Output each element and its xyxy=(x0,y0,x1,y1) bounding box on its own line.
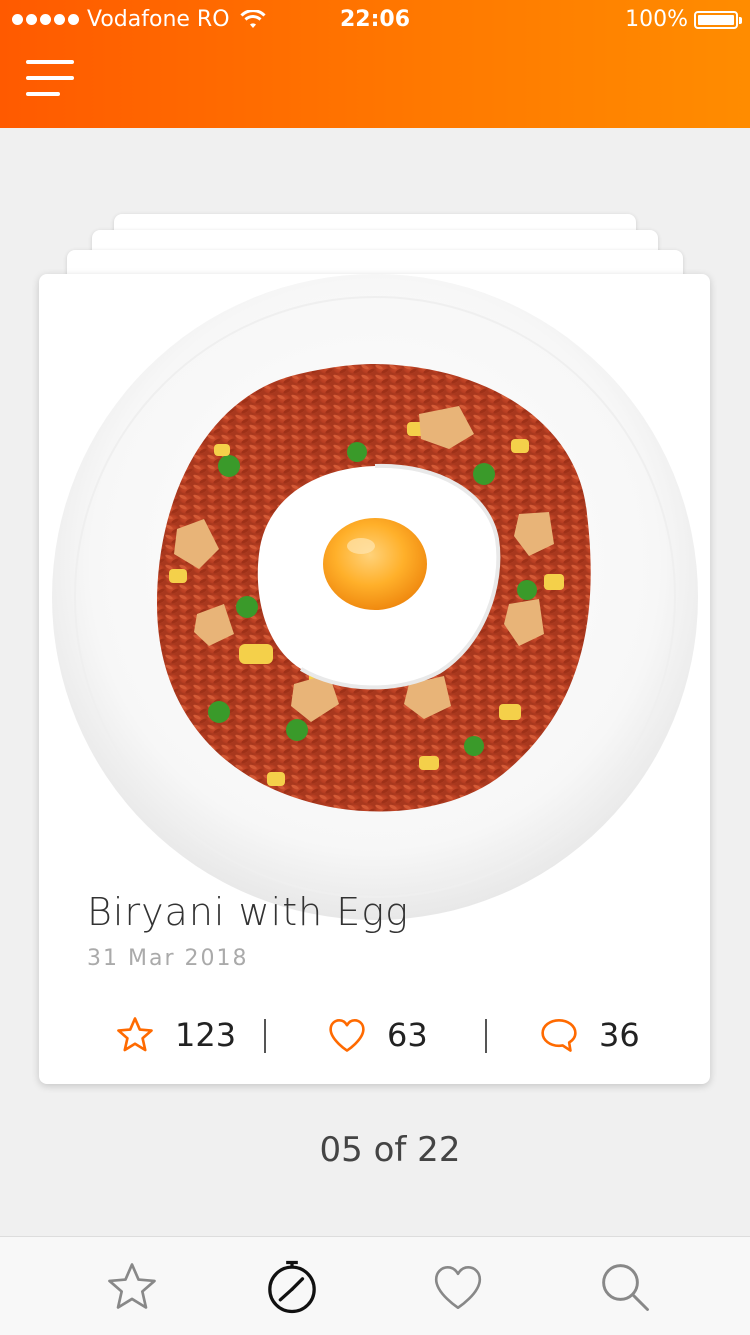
battery-fill xyxy=(698,14,734,25)
comments-stat[interactable]: 36 xyxy=(539,1004,640,1066)
tab-likes[interactable] xyxy=(430,1259,486,1315)
bottom-tab-bar xyxy=(0,1236,750,1335)
favorites-count: 123 xyxy=(175,1016,237,1054)
timer-icon xyxy=(268,1260,316,1314)
food-image xyxy=(52,274,698,920)
likes-stat[interactable]: 63 xyxy=(327,1004,428,1066)
star-icon xyxy=(108,1263,156,1309)
battery-icon xyxy=(694,10,742,29)
status-right: 100% xyxy=(625,7,742,32)
recipe-title: Biryani with Egg xyxy=(87,890,409,934)
tab-favorites[interactable] xyxy=(104,1259,160,1315)
heart-icon xyxy=(434,1266,482,1310)
comment-bubble-icon xyxy=(541,1018,577,1052)
page-indicator: 05 of 22 xyxy=(319,1130,461,1170)
heart-icon xyxy=(329,1018,365,1052)
recipe-card[interactable]: Biryani with Egg 31 Mar 2018 123 63 36 xyxy=(39,274,710,1084)
hamburger-menu-icon[interactable] xyxy=(26,60,74,100)
stats-divider xyxy=(264,1019,266,1053)
battery-percent: 100% xyxy=(625,7,688,32)
recipe-stats: 123 63 36 xyxy=(39,1004,710,1066)
tab-timer[interactable] xyxy=(264,1259,320,1315)
likes-count: 63 xyxy=(387,1016,428,1054)
stats-divider xyxy=(485,1019,487,1053)
star-icon xyxy=(117,1017,153,1052)
search-icon xyxy=(602,1264,649,1311)
tab-search[interactable] xyxy=(597,1259,653,1315)
favorites-stat[interactable]: 123 xyxy=(115,1004,236,1066)
status-bar: Vodafone RO 22:06 100% xyxy=(0,0,750,40)
recipe-date: 31 Mar 2018 xyxy=(87,946,249,971)
comments-count: 36 xyxy=(599,1016,640,1054)
app-header: Vodafone RO 22:06 100% xyxy=(0,0,750,128)
